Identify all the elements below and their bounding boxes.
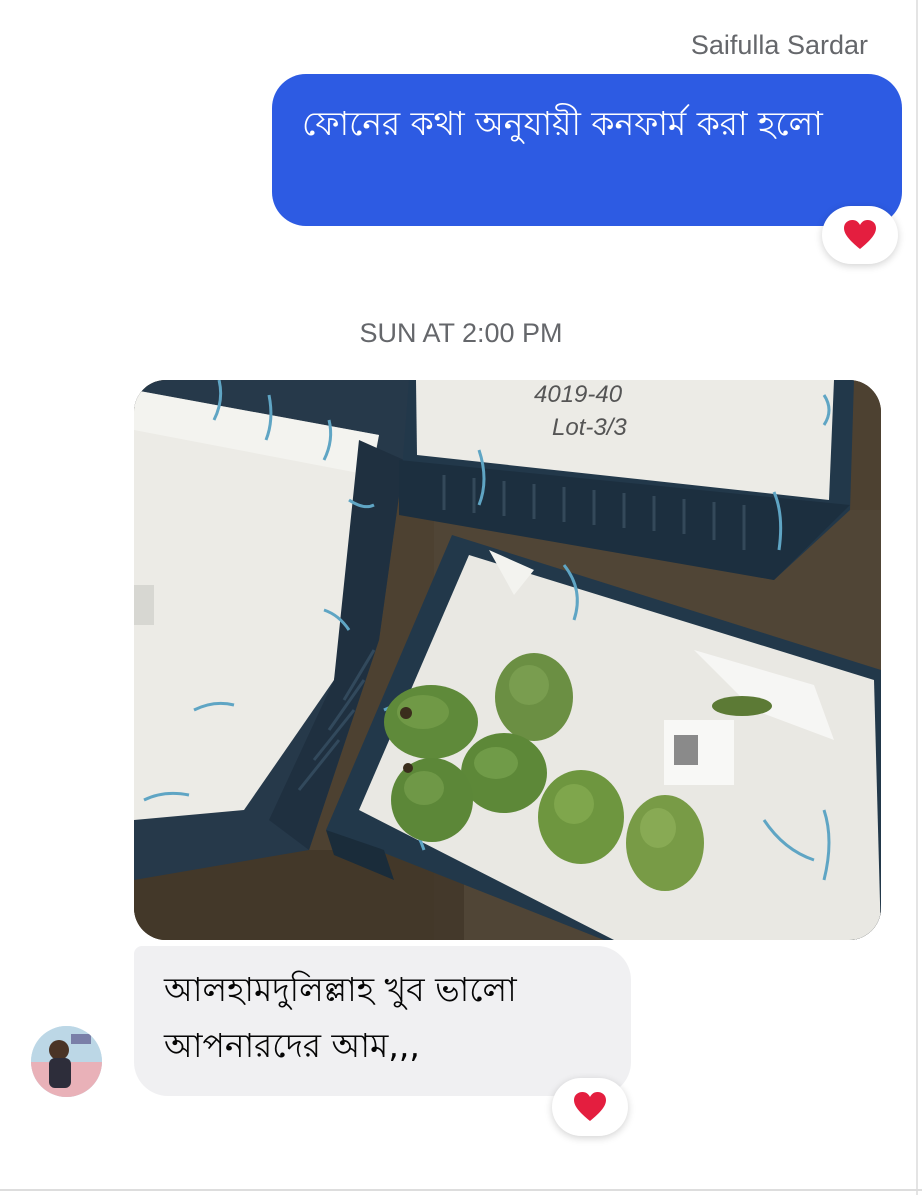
window-edge [916,0,918,1195]
incoming-message-reaction[interactable] [552,1078,628,1136]
bottom-divider [0,1189,922,1191]
heart-icon [844,220,876,249]
crate-note-line2: Lot-3/3 [552,414,627,441]
outgoing-message-reaction[interactable] [822,206,898,264]
avatar-image [31,1026,102,1097]
mango-crates-image: 4019-40 Lot-3/3 [134,380,881,940]
incoming-message-bubble[interactable]: আলহামদুলিল্লাহ খুব ভালো আপনারদের আম,,, [134,946,631,1096]
incoming-message-text: আলহামদুলিল্লাহ খুব ভালো আপনারদের আম,,, [164,970,517,1065]
crate-note-line1: 4019-40 [534,381,623,408]
message-timestamp: SUN AT 2:00 PM [359,318,563,348]
shared-photo[interactable]: 4019-40 Lot-3/3 [134,380,881,940]
heart-icon [574,1092,606,1121]
sender-avatar[interactable] [31,1026,102,1097]
outgoing-message-text: ফোনের কথা অনুযায়ী কনফার্ম করা হলো [302,104,823,143]
sender-name: Saifulla Sardar [690,30,868,60]
outgoing-message-bubble[interactable]: ফোনের কথা অনুযায়ী কনফার্ম করা হলো [272,74,902,226]
